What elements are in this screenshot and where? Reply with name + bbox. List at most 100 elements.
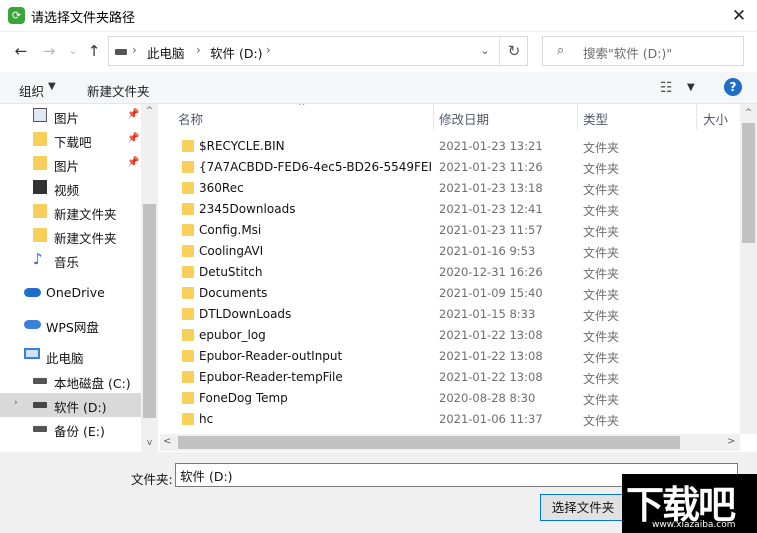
search-input[interactable]: ⌕ 搜索"软件 (D:)" <box>542 36 744 66</box>
file-modified-date: 2021-01-23 12:41 <box>439 202 543 216</box>
column-header-type[interactable]: 类型 <box>583 109 608 128</box>
column-header-size[interactable]: 大小 <box>703 109 728 128</box>
sidebar-item-videos[interactable]: 视频 <box>0 176 141 200</box>
table-row[interactable]: {7A7ACBDD-FED6-4ec5-BD26-5549FEB5B... 202… <box>160 157 740 178</box>
table-row[interactable]: $RECYCLE.BIN 2021-01-23 13:21 文件夹 <box>160 136 740 157</box>
sidebar-item-label: 备份 (E:) <box>54 424 105 439</box>
scrollbar-thumb[interactable] <box>143 204 156 418</box>
sidebar-item-onedrive[interactable]: OneDrive <box>0 281 141 305</box>
file-modified-date: 2021-01-22 13:08 <box>439 370 543 384</box>
table-row[interactable]: Documents 2021-01-09 15:40 文件夹 <box>160 283 740 304</box>
sidebar-item-music[interactable]: ♪ 音乐 <box>0 248 141 272</box>
up-button[interactable]: ↑ <box>83 40 105 62</box>
table-row[interactable]: FoneDog Temp 2020-08-28 8:30 文件夹 <box>160 388 740 409</box>
sidebar-item-wps-cloud[interactable]: WPS网盘 <box>0 313 141 337</box>
new-folder-button[interactable]: 新建文件夹 <box>87 81 150 100</box>
sidebar-item-drive-c[interactable]: 本地磁盘 (C:) <box>0 369 141 393</box>
close-button[interactable]: ✕ <box>721 0 757 32</box>
folder-icon <box>182 203 194 215</box>
column-header-modified[interactable]: 修改日期 <box>439 109 489 128</box>
sidebar-item-new-folder-1[interactable]: 新建文件夹 <box>0 200 141 224</box>
file-type: 文件夹 <box>583 246 620 260</box>
table-row[interactable]: Epubor-Reader-outInput 2021-01-22 13:08 文件… <box>160 346 740 367</box>
file-list-vertical-scrollbar[interactable]: ^ <box>740 104 757 434</box>
sidebar-scrollbar[interactable]: ^ v <box>141 104 158 454</box>
column-divider[interactable] <box>696 104 697 130</box>
file-name: Epubor-Reader-tempFile <box>199 370 343 384</box>
folder-icon <box>182 161 194 173</box>
folder-icon <box>33 228 47 242</box>
sidebar-item-label: 本地磁盘 (C:) <box>54 376 131 391</box>
scroll-left-icon[interactable]: < <box>163 436 171 447</box>
sidebar-item-pictures-folder[interactable]: 图片 📌 <box>0 152 141 176</box>
sidebar-item-label: 图片 <box>54 159 80 174</box>
help-icon[interactable]: ? <box>724 78 742 96</box>
drive-icon <box>33 378 47 384</box>
pin-icon: 📌 <box>127 109 140 120</box>
table-row[interactable]: epubor_log 2021-01-22 13:08 文件夹 <box>160 325 740 346</box>
chevron-down-icon[interactable]: ▼ <box>687 82 695 93</box>
address-dropdown-button[interactable]: ⌄ <box>475 42 495 60</box>
table-row[interactable]: DetuStitch 2020-12-31 16:26 文件夹 <box>160 262 740 283</box>
table-row[interactable]: hc 2021-01-06 11:37 文件夹 <box>160 409 740 430</box>
file-modified-date: 2021-01-23 11:26 <box>439 160 543 174</box>
file-modified-date: 2021-01-23 11:57 <box>439 223 543 237</box>
file-name: epubor_log <box>199 328 266 342</box>
view-options-icon[interactable]: ☷ <box>660 80 673 96</box>
scrollbar-thumb[interactable] <box>742 123 755 243</box>
organize-button[interactable]: 组织 <box>19 81 44 100</box>
breadcrumb-this-pc[interactable]: 此电脑 <box>147 43 185 62</box>
drive-icon <box>33 426 47 432</box>
sidebar-item-label: 图片 <box>54 111 80 126</box>
music-icon: ♪ <box>33 250 43 268</box>
file-name: Documents <box>199 286 268 300</box>
file-list-horizontal-scrollbar[interactable]: < > <box>160 434 740 451</box>
file-type: 文件夹 <box>583 225 620 239</box>
navigation-pane: 图片 📌 下载吧 📌 图片 📌 视频 新建文件夹 新建文件夹 ♪ 音乐 OneD… <box>0 104 158 454</box>
breadcrumb-drive-d[interactable]: 软件 (D:) <box>210 43 263 62</box>
table-row[interactable]: Config.Msi 2021-01-23 11:57 文件夹 <box>160 220 740 241</box>
scroll-up-icon[interactable]: ^ <box>143 106 156 116</box>
refresh-button[interactable]: ↻ <box>499 37 528 65</box>
scroll-down-icon[interactable]: v <box>143 438 156 448</box>
select-folder-button[interactable]: 选择文件夹 <box>540 494 626 521</box>
forward-button[interactable]: → <box>38 40 60 62</box>
sidebar-item-xiazaiba[interactable]: 下载吧 📌 <box>0 128 141 152</box>
column-divider[interactable] <box>433 104 434 130</box>
chevron-down-icon[interactable]: ▼ <box>48 81 56 92</box>
title-bar: ⟳ 请选择文件夹路径 ✕ <box>0 0 757 32</box>
scroll-up-icon[interactable]: ^ <box>740 108 757 118</box>
chevron-right-icon[interactable]: › <box>14 398 18 408</box>
window-title: 请选择文件夹路径 <box>31 11 136 26</box>
file-name: DetuStitch <box>199 265 263 279</box>
cloud-icon <box>24 320 41 329</box>
file-type: 文件夹 <box>583 351 620 365</box>
column-divider[interactable] <box>577 104 578 130</box>
sidebar-item-label: 新建文件夹 <box>54 231 117 246</box>
search-icon: ⌕ <box>557 43 565 58</box>
sidebar-item-label: OneDrive <box>46 285 105 300</box>
file-type: 文件夹 <box>583 393 620 407</box>
file-type: 文件夹 <box>583 204 620 218</box>
sidebar-item-pictures[interactable]: 图片 📌 <box>0 104 141 128</box>
table-row[interactable]: CoolingAVI 2021-01-16 9:53 文件夹 <box>160 241 740 262</box>
scroll-right-icon[interactable]: > <box>727 436 735 447</box>
sidebar-item-this-pc[interactable]: 此电脑 <box>0 344 141 368</box>
scrollbar-thumb[interactable] <box>178 436 680 449</box>
folder-icon <box>182 329 194 341</box>
table-row[interactable]: 360Rec 2021-01-23 13:18 文件夹 <box>160 178 740 199</box>
sidebar-item-drive-e[interactable]: 备份 (E:) <box>0 417 141 441</box>
sidebar-item-drive-d[interactable]: › 软件 (D:) <box>0 393 141 417</box>
column-header-name[interactable]: 名称 <box>178 109 203 128</box>
folder-icon <box>182 392 194 404</box>
file-modified-date: 2021-01-09 15:40 <box>439 286 543 300</box>
watermark-url: www.xiazaiba.com <box>652 520 736 530</box>
table-row[interactable]: Epubor-Reader-tempFile 2021-01-22 13:08 文件… <box>160 367 740 388</box>
folder-icon <box>182 182 194 194</box>
address-bar[interactable]: › 此电脑 › 软件 (D:) › ⌄ ↻ <box>108 36 528 66</box>
back-button[interactable]: ← <box>10 40 32 62</box>
recent-locations-button[interactable]: ⌄ <box>62 40 84 62</box>
sidebar-item-new-folder-2[interactable]: 新建文件夹 <box>0 224 141 248</box>
table-row[interactable]: 2345Downloads 2021-01-23 12:41 文件夹 <box>160 199 740 220</box>
table-row[interactable]: DTLDownLoads 2021-01-15 8:33 文件夹 <box>160 304 740 325</box>
